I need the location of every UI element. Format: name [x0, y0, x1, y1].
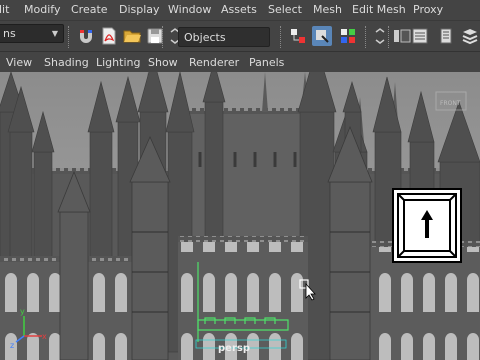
menu-assets[interactable]: Assets	[221, 2, 257, 18]
up-arrow-key-icon	[392, 188, 462, 263]
panel-menu-renderer[interactable]: Renderer	[189, 55, 239, 70]
render-icon[interactable]	[392, 26, 412, 46]
panel-menu-panels[interactable]: Panels	[249, 55, 284, 70]
magnet-icon[interactable]	[76, 26, 96, 46]
menu-display[interactable]: Display	[119, 2, 160, 18]
camera-label: persp	[218, 343, 250, 354]
menu-create[interactable]: Create	[71, 2, 108, 18]
selection-mask-value: Objects	[184, 31, 226, 44]
selection-mask-dropdown[interactable]: Objects	[178, 27, 270, 47]
menu-set-value: ns	[3, 27, 16, 40]
panel-menu-show[interactable]: Show	[148, 55, 178, 70]
select-hierarchy-icon[interactable]	[288, 26, 308, 46]
folder-open-icon[interactable]	[122, 26, 142, 46]
axis-x-label: x	[42, 332, 47, 341]
menu-edit-mesh[interactable]: Edit Mesh	[352, 2, 406, 18]
pdf-icon[interactable]	[99, 26, 119, 46]
axis-y-label: y	[20, 307, 25, 316]
panel-menu-lighting[interactable]: Lighting	[96, 55, 140, 70]
menu-mesh[interactable]: Mesh	[313, 2, 342, 18]
toolbar-separator	[68, 26, 71, 48]
panel-menu-shading[interactable]: Shading	[44, 55, 89, 70]
select-component-icon[interactable]	[338, 26, 358, 46]
main-menubar: lit Modify Create Display Window Assets …	[0, 0, 480, 20]
chevron-down-icon: ▼	[51, 29, 58, 38]
menu-modify[interactable]: Modify	[24, 2, 60, 18]
toolbar-separator	[365, 26, 368, 48]
menu-set-dropdown[interactable]: ns ▼	[0, 24, 64, 43]
stack-icon[interactable]	[460, 26, 480, 46]
menu-window[interactable]: Window	[168, 2, 211, 18]
panel-menu-view[interactable]: View	[6, 55, 32, 70]
status-line-toolbar: ns ▼ Objects	[0, 20, 480, 52]
render-settings-icon[interactable]	[410, 26, 430, 46]
filter-icon[interactable]	[370, 26, 390, 46]
menu-lit[interactable]: lit	[0, 2, 9, 18]
panel-menubar: View Shading Lighting Show Renderer Pane…	[0, 52, 480, 72]
menu-proxy[interactable]: Proxy	[413, 2, 443, 18]
history-icon[interactable]	[436, 26, 456, 46]
select-object-icon[interactable]	[312, 26, 332, 46]
toolbar-separator	[280, 26, 283, 48]
view-cube-label: FRONT	[440, 100, 461, 107]
toolbar-separator	[388, 26, 391, 48]
menu-select[interactable]: Select	[268, 2, 302, 18]
axis-z-label: z	[10, 341, 14, 350]
